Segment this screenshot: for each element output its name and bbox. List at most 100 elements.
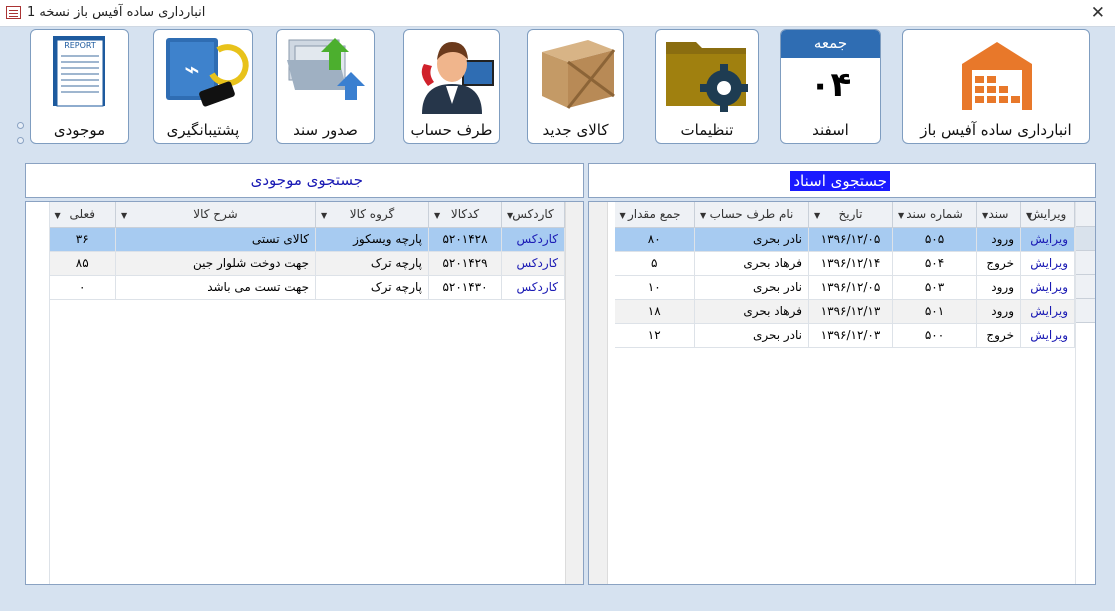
docs-scrollbar[interactable] (589, 202, 608, 584)
party-name: فرهاد بحری (694, 251, 809, 276)
column-header-party[interactable]: نام طرف حساب ▼ (694, 202, 809, 228)
table-row[interactable]: ویرایش ورود ۵۰۵ ۱۳۹۶/۱۲/۰۵ نادر بحری ۸۰ (614, 227, 1075, 252)
doc-type: خروج (976, 251, 1021, 276)
stock-table: کاردکس ▼ کدکالا ▼ گروه کالا ▼ شرح کالا ▼ فعل… (49, 202, 565, 300)
column-header-item-code[interactable]: کدکالا ▼ (428, 202, 502, 228)
column-header-item-group[interactable]: گروه کالا ▼ (315, 202, 429, 228)
nav-dot-1[interactable] (17, 122, 24, 129)
total-quantity: ۱۲ (614, 323, 695, 348)
table-row[interactable]: کاردکس ۵۲۰۱۴۳۰ پارچه ترک جهت تست می باشد… (49, 275, 565, 300)
inventory-label: موجودی (53, 121, 106, 139)
month-name: اسفند (812, 121, 849, 139)
doc-type: ورود (976, 227, 1021, 252)
column-header-item-desc[interactable]: شرح کالا ▼ (115, 202, 316, 228)
account-button[interactable]: طرف حساب (403, 29, 500, 144)
doc-number: ۵۰۴ (892, 251, 977, 276)
doc-number: ۵۰۵ (892, 227, 977, 252)
inventory-button[interactable]: REPORT موجودی (30, 29, 129, 144)
doc-date: ۱۳۹۶/۱۲/۰۳ (808, 323, 893, 348)
docs-select-all[interactable] (1076, 202, 1095, 227)
column-header-edit[interactable]: ویرایش ▼ (1020, 202, 1075, 228)
main-app-label: انبارداری ساده آفیس باز (920, 121, 1072, 139)
doc-date: ۱۳۹۶/۱۲/۰۵ (808, 275, 893, 300)
issue-document-button[interactable]: صدور سند (276, 29, 375, 144)
row-selector[interactable] (1076, 275, 1095, 299)
doc-date: ۱۳۹۶/۱۲/۱۳ (808, 299, 893, 324)
doc-type: ورود (976, 275, 1021, 300)
row-selector[interactable] (1076, 299, 1095, 323)
current-qty: ۰ (49, 275, 116, 300)
window-title: انبارداری ساده آفیس باز نسخه 1 (27, 5, 206, 20)
chevron-down-icon[interactable]: ▼ (1026, 211, 1032, 220)
main-app-button[interactable]: انبارداری ساده آفیس باز (902, 29, 1090, 144)
chevron-down-icon[interactable]: ▼ (321, 211, 327, 220)
item-desc: جهت تست می باشد (115, 275, 316, 300)
edit-link[interactable]: ویرایش (1020, 251, 1075, 276)
total-quantity: ۸۰ (614, 227, 695, 252)
chevron-down-icon[interactable]: ▼ (814, 211, 820, 220)
item-group: پارچه ترک (315, 275, 429, 300)
chevron-down-icon[interactable]: ▼ (620, 211, 626, 220)
backup-button[interactable]: ⌁ پشتیبانگیری (153, 29, 253, 144)
settings-button[interactable]: تنظیمات (655, 29, 759, 144)
chevron-down-icon[interactable]: ▼ (121, 211, 127, 220)
docs-search-title[interactable]: جستجوی اسناد (790, 171, 890, 191)
column-header-type[interactable]: سند ▼ (976, 202, 1021, 228)
new-item-button[interactable]: کالای جدید (527, 29, 624, 144)
kardex-link[interactable]: کاردکس (501, 275, 565, 300)
stock-left-gutter (26, 202, 50, 584)
edit-link[interactable]: ویرایش (1020, 275, 1075, 300)
edit-link[interactable]: ویرایش (1020, 299, 1075, 324)
issue-document-label: صدور سند (293, 121, 358, 139)
kardex-link[interactable]: کاردکس (501, 227, 565, 252)
folder-download-icon (277, 30, 374, 114)
account-label: طرف حساب (410, 121, 493, 139)
edit-link[interactable]: ویرایش (1020, 227, 1075, 252)
chevron-down-icon[interactable]: ▼ (982, 211, 988, 220)
table-row[interactable]: ویرایش ورود ۵۰۳ ۱۳۹۶/۱۲/۰۵ نادر بحری ۱۰ (614, 275, 1075, 300)
support-person-icon (404, 30, 499, 114)
column-header-kardex[interactable]: کاردکس ▼ (501, 202, 565, 228)
item-code: ۵۲۰۱۴۲۹ (428, 251, 502, 276)
table-row[interactable]: کاردکس ۵۲۰۱۴۲۹ پارچه ترک جهت دوخت شلوار … (49, 251, 565, 276)
table-row[interactable]: ویرایش خروج ۵۰۴ ۱۳۹۶/۱۲/۱۴ فرهاد بحری ۵ (614, 251, 1075, 276)
edit-link[interactable]: ویرایش (1020, 323, 1075, 348)
column-header-current[interactable]: فعلی ▼ (49, 202, 116, 228)
column-header-doc-number[interactable]: شماره سند ▼ (892, 202, 977, 228)
stock-grid: کاردکس ▼ کدکالا ▼ گروه کالا ▼ شرح کالا ▼ فعل… (25, 201, 584, 585)
chevron-down-icon[interactable]: ▼ (434, 211, 440, 220)
row-selector[interactable] (1076, 227, 1095, 251)
docs-table: ویرایش ▼ سند ▼ شماره سند ▼ تاریخ ▼ نام طرف ح… (614, 202, 1075, 348)
table-row[interactable]: کاردکس ۵۲۰۱۴۲۸ پارچه ویسکوز کالای تستی ۳… (49, 227, 565, 252)
table-row[interactable]: ویرایش خروج ۵۰۰ ۱۳۹۶/۱۲/۰۳ نادر بحری ۱۲ (614, 323, 1075, 348)
usb-backup-icon: ⌁ (154, 30, 252, 114)
doc-type: خروج (976, 323, 1021, 348)
column-header-total[interactable]: جمع مقدار ▼ (614, 202, 695, 228)
kardex-link[interactable]: کاردکس (501, 251, 565, 276)
nav-dot-2[interactable] (17, 137, 24, 144)
row-selector[interactable] (1076, 251, 1095, 275)
doc-number: ۵۰۰ (892, 323, 977, 348)
report-icon: REPORT (31, 30, 128, 114)
chevron-down-icon[interactable]: ▼ (55, 211, 61, 220)
doc-date: ۱۳۹۶/۱۲/۱۴ (808, 251, 893, 276)
chevron-down-icon[interactable]: ▼ (898, 211, 904, 220)
item-desc: جهت دوخت شلوار جین (115, 251, 316, 276)
stock-search-title[interactable]: جستجوی موجودی (251, 171, 363, 189)
column-header-date[interactable]: تاریخ ▼ (808, 202, 893, 228)
table-row[interactable]: ویرایش ورود ۵۰۱ ۱۳۹۶/۱۲/۱۳ فرهاد بحری ۱۸ (614, 299, 1075, 324)
party-name: نادر بحری (694, 275, 809, 300)
stock-scrollbar[interactable] (565, 202, 583, 584)
backup-label: پشتیبانگیری (166, 121, 240, 139)
docs-row-selector (1075, 202, 1095, 584)
chevron-down-icon[interactable]: ▼ (700, 211, 706, 220)
title-bar: انبارداری ساده آفیس باز نسخه 1 ✕ (0, 0, 1115, 27)
date-tile: جمعه ۰۴ اسفند (780, 29, 881, 144)
close-button[interactable]: ✕ (1091, 3, 1105, 23)
wooden-box-icon (528, 30, 623, 114)
total-quantity: ۱۸ (614, 299, 695, 324)
settings-label: تنظیمات (680, 121, 734, 139)
day-number: ۰۴ (809, 65, 852, 105)
item-code: ۵۲۰۱۴۲۸ (428, 227, 502, 252)
chevron-down-icon[interactable]: ▼ (507, 211, 513, 220)
